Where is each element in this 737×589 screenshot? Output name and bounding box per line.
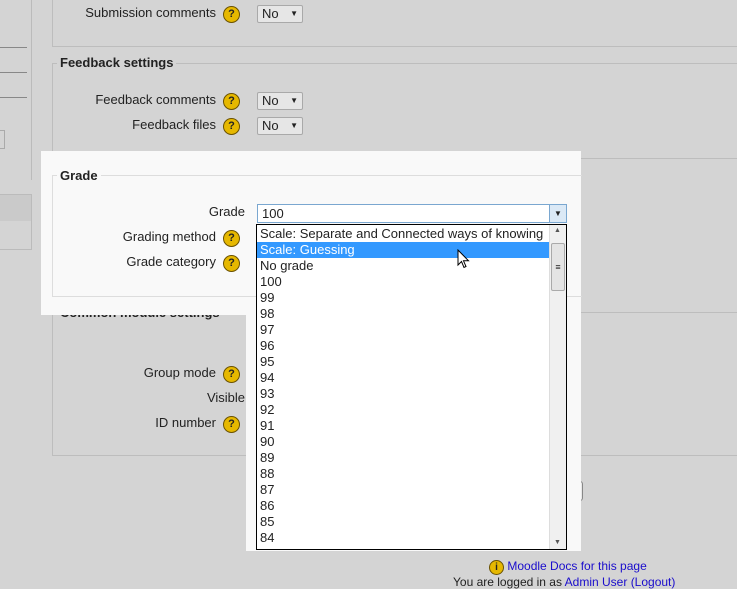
chevron-down-icon[interactable]: ▼ <box>549 205 566 222</box>
grade-legend: Grade <box>57 168 101 183</box>
left-divider <box>31 0 32 180</box>
help-icon[interactable]: ? <box>223 416 240 433</box>
scroll-down-icon[interactable]: ▼ <box>554 539 561 546</box>
grading-method-label: Grading method <box>122 229 216 244</box>
footer-docs: i Moodle Docs for this page <box>489 559 647 575</box>
moodle-docs-link[interactable]: Moodle Docs for this page <box>507 559 646 573</box>
scroll-up-icon[interactable]: ▲ <box>554 227 561 234</box>
help-icon[interactable]: ? <box>223 255 240 272</box>
submission-comments-label: Submission comments <box>85 5 216 20</box>
grade-option[interactable]: 84 <box>257 530 551 546</box>
grade-label: Grade <box>208 204 245 219</box>
grade-option[interactable]: No grade <box>257 258 551 274</box>
grade-option[interactable]: 93 <box>257 386 551 402</box>
grade-option[interactable]: 100 <box>257 274 551 290</box>
chevron-down-icon: ▼ <box>290 96 298 105</box>
scrollbar[interactable]: ▲ ≡ ▼ <box>549 225 566 549</box>
left-line <box>0 72 27 73</box>
scrollbar-thumb[interactable]: ≡ <box>551 243 565 291</box>
left-line <box>0 47 27 48</box>
id-number-label: ID number <box>155 415 216 430</box>
grade-option[interactable]: 92 <box>257 402 551 418</box>
mouse-cursor-icon <box>457 248 470 272</box>
grade-option[interactable]: 90 <box>257 434 551 450</box>
grade-option[interactable]: 96 <box>257 338 551 354</box>
group-mode-label: Group mode <box>143 365 216 380</box>
feedback-files-label: Feedback files <box>132 117 216 132</box>
help-icon[interactable]: ? <box>223 93 240 110</box>
feedback-comments-select[interactable]: No ▼ <box>257 92 303 110</box>
visible-label: Visible <box>206 390 245 405</box>
grade-option[interactable]: 95 <box>257 354 551 370</box>
feedback-comments-label: Feedback comments <box>95 92 216 107</box>
info-icon: i <box>489 560 504 575</box>
grade-option[interactable]: 94 <box>257 370 551 386</box>
feedback-fieldset <box>52 63 737 159</box>
grade-option[interactable]: 97 <box>257 322 551 338</box>
help-icon[interactable]: ? <box>223 366 240 383</box>
feedback-files-select[interactable]: No ▼ <box>257 117 303 135</box>
grade-select[interactable]: 100 ▼ <box>257 204 567 223</box>
grade-option[interactable]: 98 <box>257 306 551 322</box>
grade-option[interactable]: 87 <box>257 482 551 498</box>
grade-option[interactable]: 89 <box>257 450 551 466</box>
grade-option[interactable]: Scale: Guessing <box>257 242 551 258</box>
left-input[interactable] <box>0 130 5 149</box>
chevron-down-icon: ▼ <box>290 121 298 130</box>
help-icon[interactable]: ? <box>223 118 240 135</box>
grade-option[interactable]: 88 <box>257 466 551 482</box>
grade-category-label: Grade category <box>126 254 216 269</box>
grade-option[interactable]: 91 <box>257 418 551 434</box>
grade-dropdown-list[interactable]: Scale: Separate and Connected ways of kn… <box>256 224 567 550</box>
feedback-legend: Feedback settings <box>57 55 177 70</box>
help-icon[interactable]: ? <box>223 230 240 247</box>
help-icon[interactable]: ? <box>223 6 240 23</box>
grade-option[interactable]: 85 <box>257 514 551 530</box>
chevron-down-icon: ▼ <box>290 9 298 18</box>
submission-comments-select[interactable]: No ▼ <box>257 5 303 23</box>
grade-option[interactable]: 99 <box>257 290 551 306</box>
grade-option[interactable]: 86 <box>257 498 551 514</box>
grade-option[interactable]: Scale: Separate and Connected ways of kn… <box>257 226 551 242</box>
